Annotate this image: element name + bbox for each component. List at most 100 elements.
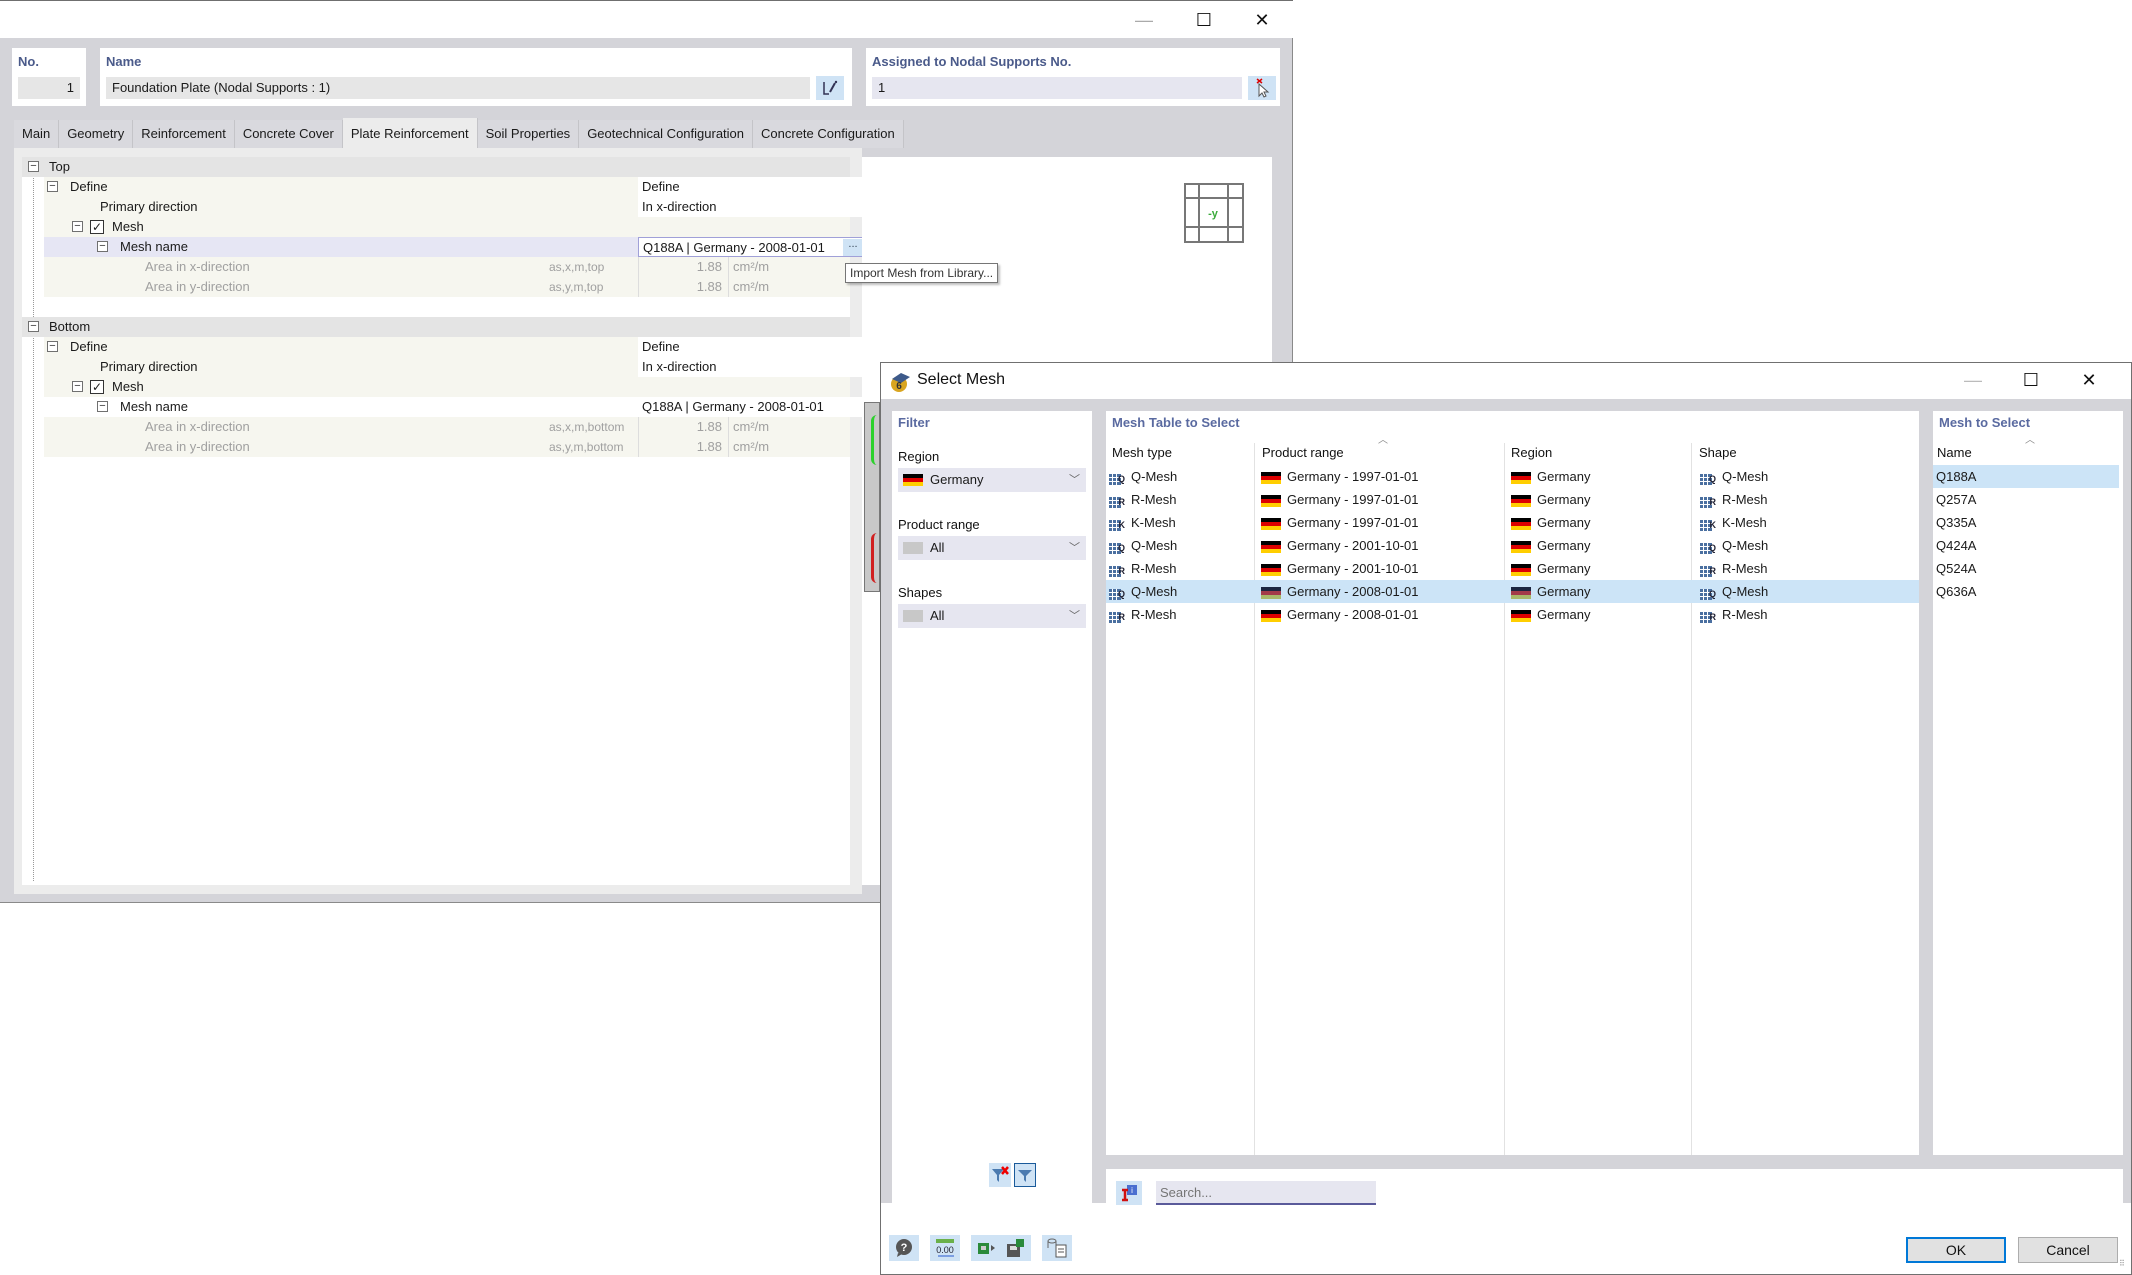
mesh-name-field[interactable]: Q188A | Germany - 2008-01-01 ...: [638, 237, 866, 257]
row-value[interactable]: In x-direction: [638, 357, 866, 377]
apply-filter-button[interactable]: [1014, 1163, 1036, 1187]
help-button[interactable]: ?: [889, 1235, 919, 1261]
list-item[interactable]: Q524A: [1933, 557, 2119, 580]
group-label: Top: [49, 159, 70, 174]
library-button[interactable]: [1042, 1235, 1072, 1261]
minimize-button[interactable]: —: [1122, 7, 1166, 33]
mesh-list-title: Mesh to Select: [1939, 415, 2031, 430]
column-header-name[interactable]: Name: [1937, 445, 1972, 460]
collapse-icon[interactable]: −: [47, 181, 58, 192]
collapse-icon[interactable]: −: [47, 341, 58, 352]
germany-flag-icon: [903, 474, 923, 486]
clear-filter-button[interactable]: [989, 1163, 1011, 1187]
tab-soil-properties[interactable]: Soil Properties: [477, 120, 580, 148]
collapse-icon[interactable]: −: [72, 221, 83, 232]
view-cube-icon[interactable]: -y: [1184, 183, 1246, 245]
table-row[interactable]: R R-Mesh Germany - 2001-10-01 Germany R R-Mes…: [1106, 557, 1919, 580]
list-item[interactable]: Q424A: [1933, 534, 2119, 557]
number-field[interactable]: 1: [18, 77, 80, 99]
row-value[interactable]: Define: [638, 177, 866, 197]
tree-row-mesh-name[interactable]: − Mesh name Q188A | Germany - 2008-01-01: [44, 397, 866, 417]
tree-row-mesh-name[interactable]: − Mesh name Q188A | Germany - 2008-01-01…: [44, 237, 866, 257]
mesh-name-value: Q188A | Germany - 2008-01-01: [642, 399, 824, 414]
column-header-shape[interactable]: Shape: [1699, 445, 1737, 460]
tree-row-define[interactable]: − Define Define: [44, 177, 866, 197]
close-button[interactable]: ✕: [1240, 7, 1284, 33]
tab-geometry[interactable]: Geometry: [59, 120, 134, 148]
tree-group-bottom[interactable]: − Bottom: [22, 317, 850, 337]
shapes-select[interactable]: All ﹀: [898, 604, 1086, 628]
unit: cm²/m: [728, 417, 769, 437]
tab-concrete-configuration[interactable]: Concrete Configuration: [753, 120, 904, 148]
column-header-region[interactable]: Region: [1511, 445, 1552, 460]
tree-row-primary-direction[interactable]: Primary direction In x-direction: [44, 357, 866, 377]
tree-row-define[interactable]: − Define Define: [44, 337, 866, 357]
tree-row-mesh[interactable]: − ✓ Mesh: [44, 377, 850, 397]
column-header-product-range[interactable]: Product range: [1262, 445, 1344, 460]
product-range-select[interactable]: All ﹀: [898, 536, 1086, 560]
units-button[interactable]: 0.00: [930, 1235, 960, 1261]
collapse-icon[interactable]: −: [97, 241, 108, 252]
maximize-button[interactable]: ☐: [1182, 7, 1226, 33]
cancel-button[interactable]: Cancel: [2018, 1237, 2118, 1263]
edit-name-button[interactable]: [816, 76, 844, 100]
tab-geotechnical-configuration[interactable]: Geotechnical Configuration: [579, 120, 754, 148]
resize-grip[interactable]: ⠿: [2119, 1260, 2129, 1271]
row-label: Mesh: [112, 379, 144, 394]
collapse-icon[interactable]: −: [28, 161, 39, 172]
table-row[interactable]: Q Q-Mesh Germany - 1997-01-01 Germany Q Q-Mes…: [1106, 465, 1919, 488]
maximize-button[interactable]: ☐: [2009, 367, 2053, 393]
close-button[interactable]: ✕: [2067, 367, 2111, 393]
column-header-mesh-type[interactable]: Mesh type: [1112, 445, 1172, 460]
search-input[interactable]: [1156, 1181, 1376, 1205]
collapse-icon[interactable]: −: [72, 381, 83, 392]
region-select[interactable]: Germany ﹀: [898, 468, 1086, 492]
mesh-name-field[interactable]: Q188A | Germany - 2008-01-01: [638, 397, 866, 417]
mesh-checkbox[interactable]: ✓: [90, 220, 104, 234]
table-row[interactable]: K K-Mesh Germany - 1997-01-01 Germany K K-Mes…: [1106, 511, 1919, 534]
list-item[interactable]: Q335A: [1933, 511, 2119, 534]
name-field[interactable]: Foundation Plate (Nodal Supports : 1): [106, 77, 810, 99]
germany-flag-icon: [1261, 494, 1281, 507]
pick-nodes-button[interactable]: [1248, 76, 1276, 100]
tree-group-top[interactable]: − Top: [22, 157, 850, 177]
germany-flag-icon: [1511, 586, 1531, 599]
cell-mesh-type: Q Q-Mesh: [1109, 580, 1177, 603]
tree-row-primary-direction[interactable]: Primary direction In x-direction: [44, 197, 866, 217]
table-row[interactable]: Q Q-Mesh Germany - 2008-01-01 Germany Q Q-Mes…: [1106, 580, 1919, 603]
search-panel: i: [1106, 1169, 2123, 1217]
filter-panel: Filter Region Germany ﹀ Product range Al…: [892, 411, 1092, 1216]
tab-bar: Main Geometry Reinforcement Concrete Cov…: [14, 118, 904, 148]
assigned-field[interactable]: 1: [872, 77, 1242, 99]
area-value: 1.88: [638, 257, 726, 277]
save-button[interactable]: [1001, 1235, 1031, 1261]
help-icon: ?: [896, 1239, 912, 1257]
mesh-checkbox[interactable]: ✓: [90, 380, 104, 394]
list-item[interactable]: Q636A: [1933, 580, 2119, 603]
table-row[interactable]: Q Q-Mesh Germany - 2001-10-01 Germany Q Q-Mes…: [1106, 534, 1919, 557]
tab-concrete-cover[interactable]: Concrete Cover: [234, 120, 343, 148]
ok-button[interactable]: OK: [1906, 1237, 2006, 1263]
import-mesh-button[interactable]: ...: [843, 239, 863, 256]
mesh-info-button[interactable]: i: [1116, 1181, 1142, 1205]
region-value: Germany: [930, 472, 984, 487]
row-value[interactable]: Define: [638, 337, 866, 357]
list-item[interactable]: Q188A: [1933, 465, 2119, 488]
row-value[interactable]: In x-direction: [638, 197, 866, 217]
collapse-icon[interactable]: −: [28, 321, 39, 332]
cell-region: Germany: [1511, 488, 1590, 511]
define-value: Define: [642, 179, 680, 194]
load-button[interactable]: [971, 1235, 1001, 1261]
tab-plate-reinforcement[interactable]: Plate Reinforcement: [342, 118, 478, 148]
list-item[interactable]: Q257A: [1933, 488, 2119, 511]
tree-row-mesh[interactable]: − ✓ Mesh: [44, 217, 850, 237]
tab-reinforcement[interactable]: Reinforcement: [133, 120, 235, 148]
tree-row-area-y: Area in y-direction as,y,m,bottom 1.88 c…: [44, 437, 850, 457]
table-row[interactable]: R R-Mesh Germany - 1997-01-01 Germany R R-Mes…: [1106, 488, 1919, 511]
collapse-icon[interactable]: −: [97, 401, 108, 412]
unit: cm²/m: [728, 257, 769, 277]
row-label: Mesh name: [120, 399, 188, 414]
table-row[interactable]: R R-Mesh Germany - 2008-01-01 Germany R R-Mes…: [1106, 603, 1919, 626]
minimize-button[interactable]: —: [1951, 367, 1995, 393]
tab-main[interactable]: Main: [14, 120, 60, 148]
